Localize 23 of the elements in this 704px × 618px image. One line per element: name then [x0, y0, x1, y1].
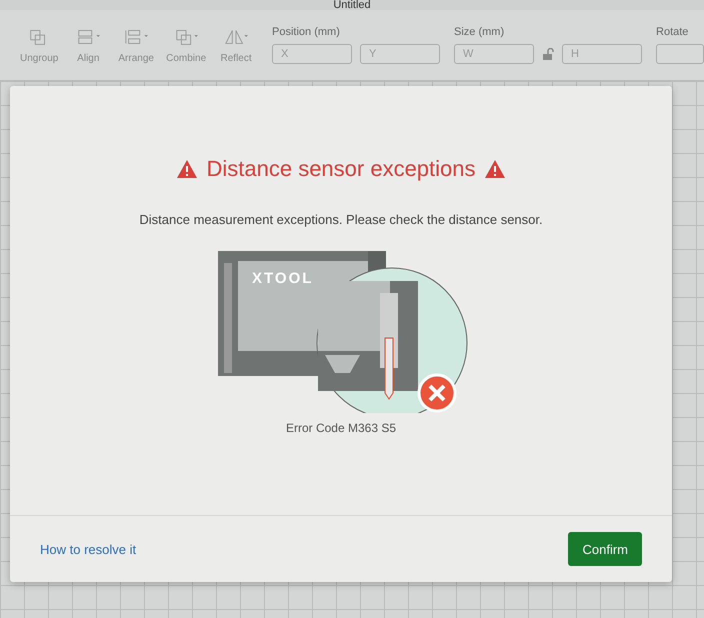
rotate-field[interactable] — [656, 44, 704, 64]
warning-icon — [484, 159, 506, 179]
help-link[interactable]: How to resolve it — [40, 542, 136, 556]
laser-sensor-drawing: XTOOL — [210, 243, 472, 413]
size-field[interactable]: H — [562, 44, 642, 64]
size-label: Size (mm) — [454, 26, 506, 38]
dialog-message: Distance measurement exceptions. Please check the distance sensor. — [139, 212, 543, 227]
error-code: Error Code M363 S5 — [286, 421, 396, 435]
toolbar-button[interactable]: Ungroup — [16, 26, 62, 64]
confirm-button[interactable]: Confirm — [568, 532, 642, 566]
window-title: Untitled — [333, 0, 371, 10]
warning-icon — [176, 159, 198, 179]
rotate-label: Rotate — [656, 26, 690, 38]
toolbar-button[interactable]: Align — [66, 26, 110, 64]
position-field[interactable]: X — [272, 44, 352, 64]
dialog-title: Distance sensor exceptions — [206, 156, 476, 182]
position-field[interactable]: Y — [360, 44, 440, 64]
position-label: Position (mm) — [272, 26, 341, 38]
toolbar-button[interactable]: Reflect — [214, 26, 258, 64]
toolbar-button[interactable]: Arrange — [114, 26, 158, 64]
toolbar-button[interactable]: Combine — [162, 26, 210, 64]
size-field[interactable]: W — [454, 44, 534, 64]
lock-icon[interactable] — [542, 48, 554, 60]
